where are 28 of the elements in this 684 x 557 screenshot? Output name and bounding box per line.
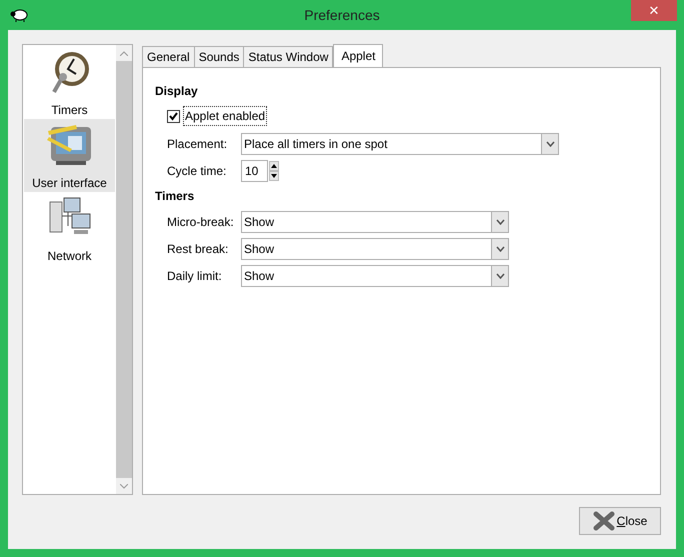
field-label: Placement: [167, 136, 228, 153]
dropdown[interactable]: Show [241, 211, 509, 233]
close-button[interactable]: Close [579, 507, 661, 535]
spin-up-icon[interactable] [269, 161, 279, 171]
checkbox[interactable] [167, 110, 180, 122]
close-button[interactable]: ✕ [631, 0, 677, 21]
monitor-icon [46, 123, 94, 167]
dropdown[interactable]: Place all timers in one spot [241, 133, 559, 155]
field-label: Daily limit: [167, 268, 223, 285]
dropdown[interactable]: Show [241, 265, 509, 287]
cross-icon [592, 511, 615, 531]
dropdown[interactable]: Show [241, 238, 509, 260]
sidebar-item[interactable]: Timers [24, 46, 115, 119]
section-heading: Display [155, 83, 199, 100]
field-label: Cycle time: [167, 163, 228, 180]
window-title: Preferences [304, 6, 380, 24]
sidebar-item[interactable]: Network [24, 192, 115, 265]
spin-down-icon[interactable] [269, 171, 279, 181]
tab[interactable]: Status Window [243, 46, 334, 67]
field-label: Rest break: [167, 241, 230, 258]
tab[interactable]: General [142, 46, 195, 67]
tab[interactable]: Applet [333, 44, 384, 67]
checkbox-label: Applet enabled [183, 106, 268, 126]
number-field[interactable]: 10 [241, 160, 268, 182]
sheep-icon [10, 8, 28, 22]
sidebar-item[interactable]: User interface [24, 119, 115, 192]
field-label: Micro-break: [167, 214, 235, 231]
section-heading: Timers [155, 188, 196, 205]
